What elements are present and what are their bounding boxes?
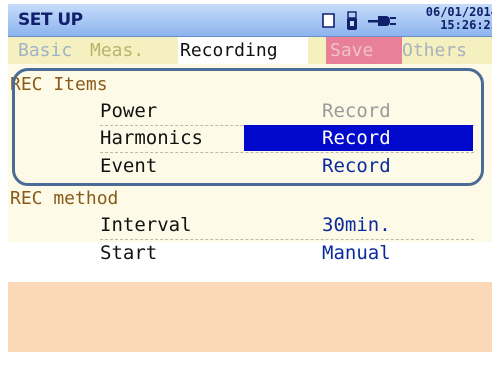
- rec-items-highlight-outline: [12, 68, 484, 186]
- tab-basic[interactable]: Basic: [18, 37, 72, 64]
- time-text: 15:26:21: [440, 18, 492, 32]
- start-label: Start: [100, 242, 158, 264]
- rec-method-section-label: REC method: [10, 188, 119, 209]
- page-title: SET UP: [18, 10, 83, 30]
- tab-recording[interactable]: Recording: [178, 37, 308, 64]
- tab-others[interactable]: Others: [402, 37, 467, 64]
- row-divider: [100, 239, 474, 240]
- tab-bar: Basic Meas. Recording Save Others: [8, 37, 492, 64]
- datetime-display: 06/01/2014 15:26:21: [402, 6, 492, 32]
- interval-label: Interval: [100, 214, 192, 236]
- power-plug-icon: [368, 16, 396, 26]
- interval-value[interactable]: 30min.: [322, 214, 391, 236]
- sd-card-icon: [322, 13, 335, 28]
- title-bar: SET UP 06/01/2014 15:26:21: [8, 4, 492, 37]
- setup-screen: SET UP 06/01/2014 15:26:21 Basic Meas. R…: [0, 0, 492, 379]
- usb-icon: [347, 11, 357, 30]
- tab-meas[interactable]: Meas.: [90, 37, 144, 64]
- bottom-band: [8, 282, 492, 352]
- start-value[interactable]: Manual: [322, 242, 391, 264]
- tab-save[interactable]: Save: [326, 37, 402, 64]
